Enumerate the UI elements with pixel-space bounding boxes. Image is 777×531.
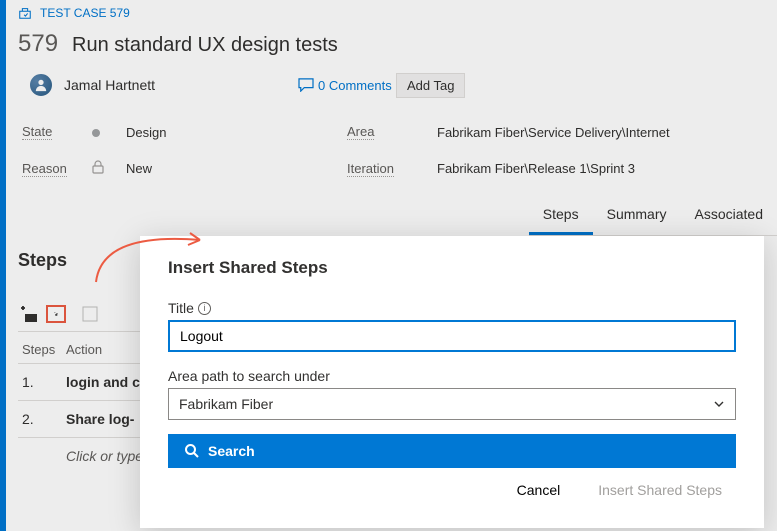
iteration-value[interactable]: Fabrikam Fiber\Release 1\Sprint 3 xyxy=(437,161,777,176)
col-step-no: Steps xyxy=(22,342,66,357)
area-label: Area xyxy=(347,124,374,140)
area-path-select[interactable]: Fabrikam Fiber xyxy=(168,388,736,420)
add-tag-button[interactable]: Add Tag xyxy=(396,73,465,98)
test-case-icon xyxy=(18,6,32,20)
state-label: State xyxy=(22,124,52,140)
area-path-label: Area path to search under xyxy=(168,368,736,384)
comment-icon xyxy=(298,78,314,92)
reason-value[interactable]: New xyxy=(126,161,337,176)
search-button[interactable]: Search xyxy=(168,434,736,468)
avatar[interactable] xyxy=(28,72,54,98)
tab-steps[interactable]: Steps xyxy=(529,196,593,235)
reason-label: Reason xyxy=(22,161,67,177)
title-field-label: Title i xyxy=(168,300,736,316)
chevron-down-icon xyxy=(713,398,725,410)
area-value[interactable]: Fabrikam Fiber\Service Delivery\Internet xyxy=(437,125,777,140)
lock-icon xyxy=(92,160,116,177)
area-path-value: Fabrikam Fiber xyxy=(179,396,273,412)
work-item-id: 579 xyxy=(18,30,58,58)
comments-link[interactable]: 0 Comments xyxy=(298,78,392,93)
work-item-type[interactable]: TEST CASE 579 xyxy=(0,0,777,20)
cancel-button[interactable]: Cancel xyxy=(503,474,575,506)
insert-shared-step-icon[interactable] xyxy=(46,305,66,323)
add-step-icon[interactable] xyxy=(18,305,38,323)
info-icon[interactable]: i xyxy=(198,302,211,315)
assignee-name[interactable]: Jamal Hartnett xyxy=(64,77,155,93)
dialog-title: Insert Shared Steps xyxy=(168,258,736,278)
state-value[interactable]: Design xyxy=(126,125,337,140)
search-icon xyxy=(184,443,200,459)
iteration-label: Iteration xyxy=(347,161,394,177)
tab-strip: Steps Summary Associated xyxy=(529,196,777,236)
tab-summary[interactable]: Summary xyxy=(593,196,681,235)
tool-item-icon xyxy=(80,305,100,323)
work-item-type-label: TEST CASE 579 xyxy=(40,6,130,20)
title-input[interactable] xyxy=(168,320,736,352)
step-index: 2. xyxy=(22,411,66,427)
insert-button-disabled: Insert Shared Steps xyxy=(584,474,736,506)
work-item-title[interactable]: Run standard UX design tests xyxy=(72,34,338,57)
state-dot-icon xyxy=(92,129,100,137)
search-button-label: Search xyxy=(208,443,255,459)
tab-associated[interactable]: Associated xyxy=(681,196,777,235)
insert-shared-steps-dialog: Insert Shared Steps Title i Area path to… xyxy=(140,236,764,528)
comments-count-label: 0 Comments xyxy=(318,78,392,93)
step-index: 1. xyxy=(22,374,66,390)
